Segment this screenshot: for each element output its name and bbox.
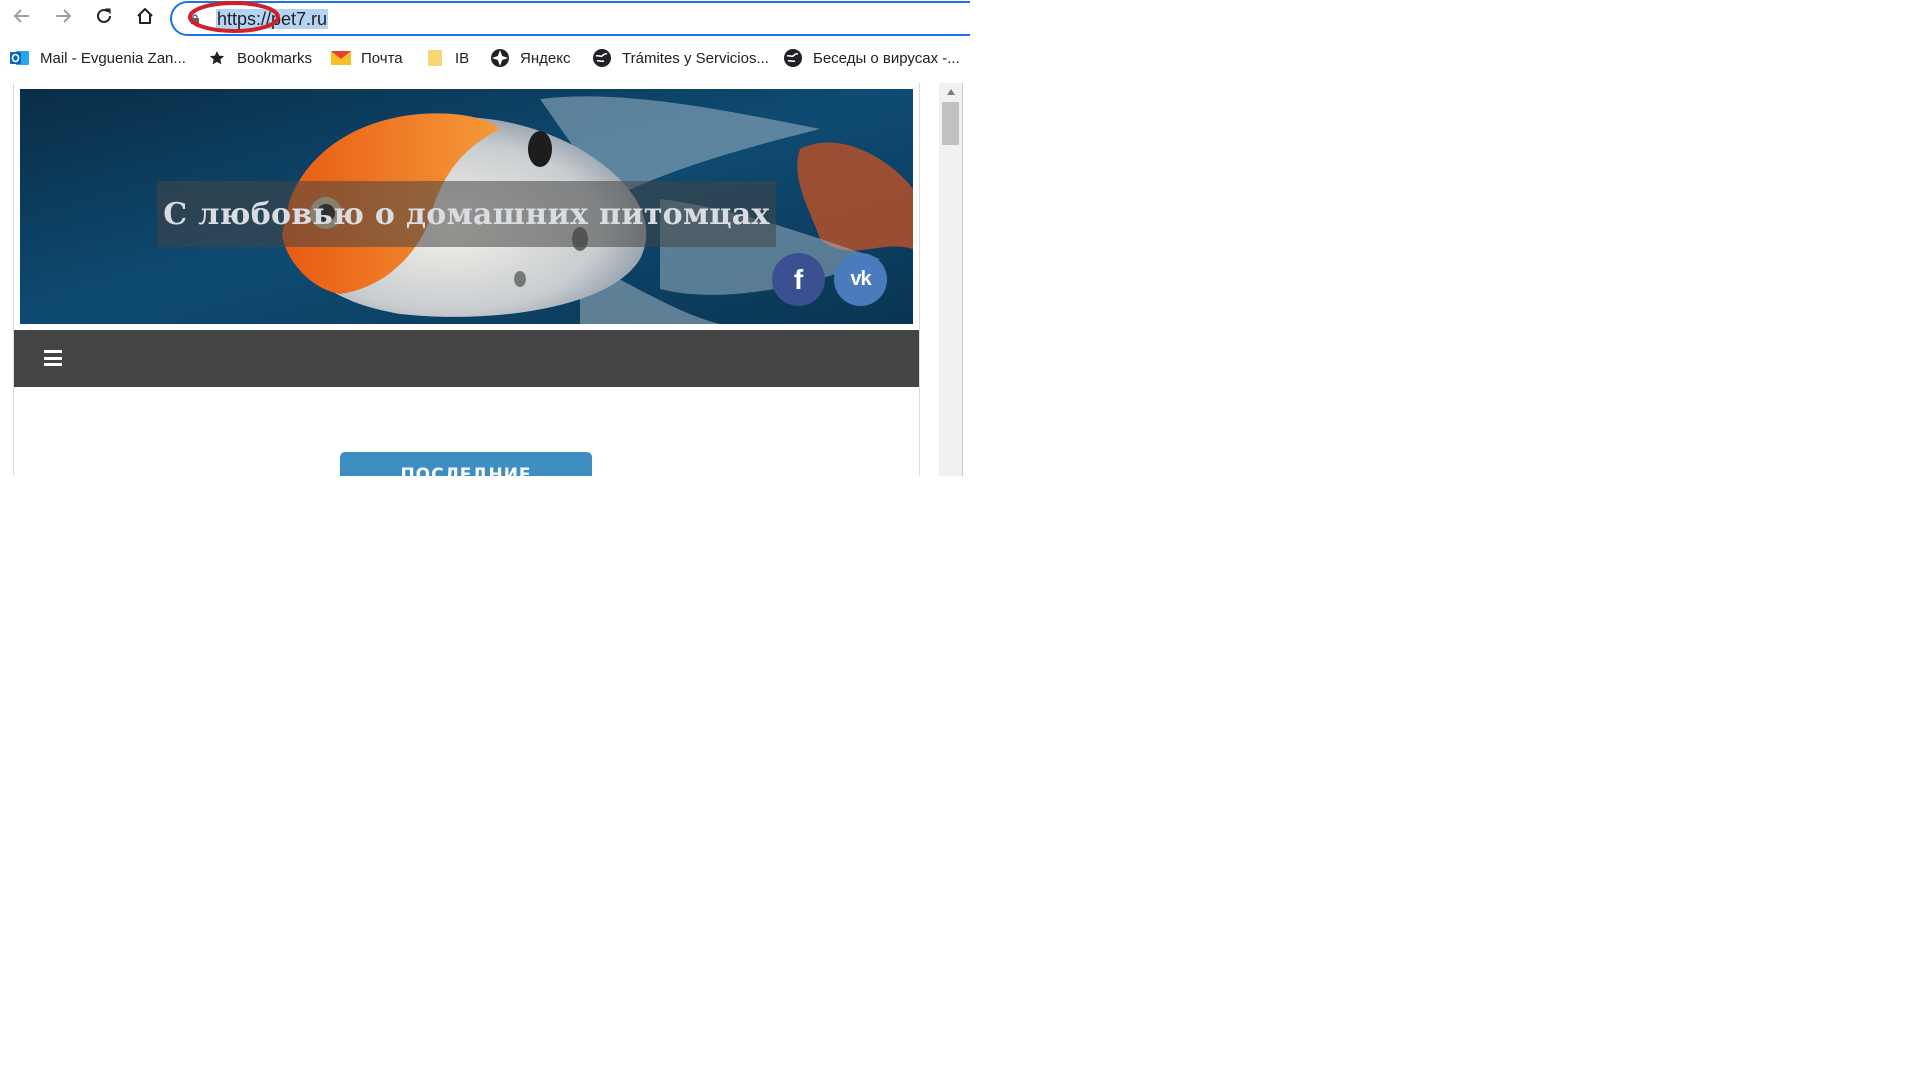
reload-button[interactable] [88, 4, 120, 28]
vertical-scrollbar[interactable] [939, 83, 962, 476]
forward-button[interactable] [47, 4, 79, 28]
forward-arrow-icon [56, 9, 72, 23]
bookmark-mail[interactable]: Mail - Evguenia Zan... [10, 45, 186, 71]
home-icon [137, 8, 153, 24]
bookmark-bookmarks[interactable]: Bookmarks [207, 45, 312, 71]
browser-toolbar: https://pet7.ru Mail - Evguenia Zan... B… [0, 0, 970, 83]
globe-icon [783, 48, 803, 68]
address-bar[interactable]: https://pet7.ru [170, 1, 970, 36]
latest-posts-button[interactable]: ПОСЛЕДНИЕ [340, 452, 592, 476]
back-arrow-icon [13, 9, 29, 23]
bookmark-label: IB [455, 49, 470, 67]
scrollbar-thumb[interactable] [942, 102, 959, 145]
scroll-up-arrow-icon[interactable] [939, 83, 962, 100]
globe-icon [490, 48, 510, 68]
site-tagline: С любовью о домашних питомцах [163, 196, 770, 232]
folder-icon [425, 48, 445, 68]
hero-title-box: С любовью о домашних питомцах [157, 181, 776, 247]
reload-icon [97, 8, 111, 23]
home-button[interactable] [129, 4, 161, 28]
bookmark-label: Почта [361, 49, 403, 67]
hero-banner: С любовью о домашних питомцах f vk [20, 89, 913, 324]
outlook-icon [10, 48, 30, 68]
page-border-left [13, 83, 14, 476]
bookmark-label: Яндекс [520, 49, 571, 67]
bookmark-ib[interactable]: IB [425, 45, 469, 71]
back-button[interactable] [6, 4, 38, 28]
globe-icon [592, 48, 612, 68]
vk-icon: vk [850, 268, 871, 290]
main-menu-bar [14, 330, 919, 387]
hamburger-menu-icon[interactable] [44, 348, 64, 368]
page-border-right [919, 83, 920, 476]
vk-button[interactable]: vk [834, 253, 887, 306]
bookmark-label: Bookmarks [237, 49, 313, 67]
url-text[interactable]: https://pet7.ru [216, 9, 329, 29]
bookmark-label: Mail - Evguenia Zan... [40, 49, 186, 67]
bookmark-label: Беседы о вирусах -... [813, 49, 960, 67]
lock-icon [191, 14, 199, 24]
bookmarks-bar: Mail - Evguenia Zan... Bookmarks Почта I… [0, 45, 963, 71]
bookmark-besedy[interactable]: Беседы о вирусах -... [783, 45, 960, 71]
facebook-button[interactable]: f [772, 253, 825, 306]
bookmark-yandex[interactable]: Яндекс [490, 45, 570, 71]
bookmark-label: Trámites y Servicios... [622, 49, 769, 67]
page-viewport: С любовью о домашних питомцах f vk ПОСЛЕ… [0, 83, 963, 476]
mail-envelope-icon [331, 48, 351, 68]
star-icon [207, 48, 227, 68]
facebook-icon: f [793, 263, 804, 295]
bookmark-tramites[interactable]: Trámites y Servicios... [592, 45, 769, 71]
bookmark-pochta[interactable]: Почта [331, 45, 403, 71]
